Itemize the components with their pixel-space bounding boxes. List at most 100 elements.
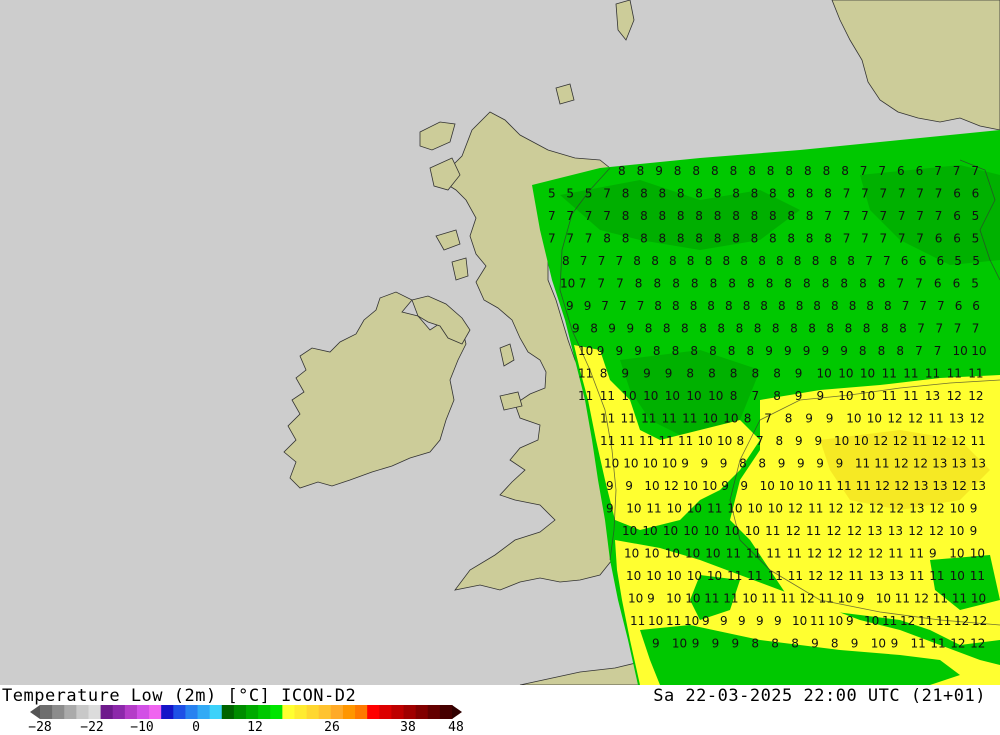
temperature-label: 10 [846, 412, 861, 426]
temperature-label: 9 [652, 637, 660, 651]
temperature-label: 9 [795, 367, 803, 381]
temperature-label: 12 [947, 389, 962, 403]
temperature-label: 11 [952, 592, 967, 606]
temperature-label: 8 [686, 367, 694, 381]
temperature-label: 11 [909, 547, 924, 561]
temperature-label: 8 [859, 344, 867, 358]
temperature-label: 11 [662, 412, 677, 426]
temperature-label: 11 [836, 479, 851, 493]
temperature-label: 9 [846, 614, 854, 628]
temperature-label: 10 [724, 524, 739, 538]
temperature-label: 8 [640, 209, 648, 223]
temperature-label: 7 [756, 434, 764, 448]
temperature-label: 10 [717, 434, 732, 448]
temperature-label: 9 [643, 367, 651, 381]
temperature-label: 10 [708, 389, 723, 403]
temperature-label: 10 [950, 502, 965, 516]
temperature-label: 10 [665, 547, 680, 561]
temperature-label: 8 [672, 344, 680, 358]
temperature-label: 10 [854, 434, 869, 448]
temperature-label: 13 [909, 502, 924, 516]
temperature-label: 12 [970, 412, 985, 426]
temperature-label: 10 [628, 592, 643, 606]
temperature-label: 9 [929, 547, 937, 561]
temperature-label: 8 [751, 187, 759, 201]
temperature-label: 8 [699, 322, 707, 336]
temperature-label: 8 [841, 164, 849, 178]
temperature-label: 9 [627, 322, 635, 336]
temperature-label: 7 [916, 209, 924, 223]
temperature-label: 7 [603, 187, 611, 201]
temperature-label: 8 [806, 209, 814, 223]
temperature-label: 8 [622, 232, 630, 246]
temperature-label: 8 [692, 164, 700, 178]
temperature-label: 11 [970, 569, 985, 583]
temperature-label: 8 [714, 232, 722, 246]
temperature-label: 8 [635, 277, 643, 291]
temperature-label: 11 [882, 614, 897, 628]
temperature-label: 7 [880, 209, 888, 223]
temperature-label: 8 [659, 232, 667, 246]
temperature-label: 9 [606, 479, 614, 493]
temperature-label: 9 [816, 457, 824, 471]
temperature-label: 10 [560, 277, 575, 291]
footer-bar: Temperature Low (2m) [°C] ICON-D2 Sa 22-… [0, 685, 1000, 735]
temperature-label: 11 [726, 547, 741, 561]
color-scale-swatch [185, 705, 199, 719]
temperature-label: 11 [746, 547, 761, 561]
temperature-label: 8 [725, 299, 733, 313]
temperature-label: 13 [867, 524, 882, 538]
temperature-label: 7 [917, 322, 925, 336]
temperature-label: 11 [578, 389, 593, 403]
color-scale-swatch [318, 705, 332, 719]
temperature-label: 8 [824, 232, 832, 246]
temperature-label: 6 [935, 232, 943, 246]
temperature-label: 6 [897, 164, 905, 178]
temperature-label: 9 [795, 389, 803, 403]
color-scale-swatch [439, 705, 453, 719]
temperature-label: 12 [894, 457, 909, 471]
temperature-label: 13 [889, 569, 904, 583]
temperature-label: 10 [742, 592, 757, 606]
temperature-label: 8 [677, 209, 685, 223]
temperature-label: 9 [857, 592, 865, 606]
temperature-label: 11 [600, 412, 615, 426]
temperature-label: 8 [758, 254, 766, 268]
temperature-label: 10 [643, 389, 658, 403]
temperature-label: 11 [600, 389, 615, 403]
temperature-label: 8 [776, 254, 784, 268]
temperature-label: 8 [845, 322, 853, 336]
temperature-label: 10 [643, 457, 658, 471]
temperature-label: 11 [747, 569, 762, 583]
temperature-label: 11 [874, 457, 889, 471]
temperature-label: 7 [637, 299, 645, 313]
temperature-label: 9 [721, 479, 729, 493]
temperature-label: 11 [882, 389, 897, 403]
temperature-label: 7 [597, 277, 605, 291]
scale-left-arrow [30, 705, 40, 719]
temperature-label: 7 [861, 187, 869, 201]
temperature-label: 10 [685, 592, 700, 606]
color-scale-swatch [221, 705, 235, 719]
temperature-label: 10 [624, 547, 639, 561]
temperature-label: 10 [838, 592, 853, 606]
temperature-label: 8 [732, 187, 740, 201]
temperature-label: 13 [949, 412, 964, 426]
temperature-label: 8 [732, 209, 740, 223]
temperature-label: 7 [916, 187, 924, 201]
temperature-label: 11 [912, 434, 927, 448]
temperature-label: 10 [949, 524, 964, 538]
color-scale-swatch [282, 705, 295, 719]
temperature-label: 7 [972, 322, 980, 336]
temperature-label: 9 [681, 457, 689, 471]
temperature-label: 10 [685, 547, 700, 561]
temperature-label: 11 [766, 547, 781, 561]
temperature-label: 11 [621, 412, 636, 426]
color-scale-swatch [100, 705, 114, 719]
temperature-label: 10 [646, 569, 661, 583]
temperature-label: 7 [616, 254, 624, 268]
temperature-label: 8 [751, 232, 759, 246]
temperature-label: 7 [752, 389, 760, 403]
temperature-label: 10 [871, 637, 886, 651]
temperature-label: 11 [678, 434, 693, 448]
